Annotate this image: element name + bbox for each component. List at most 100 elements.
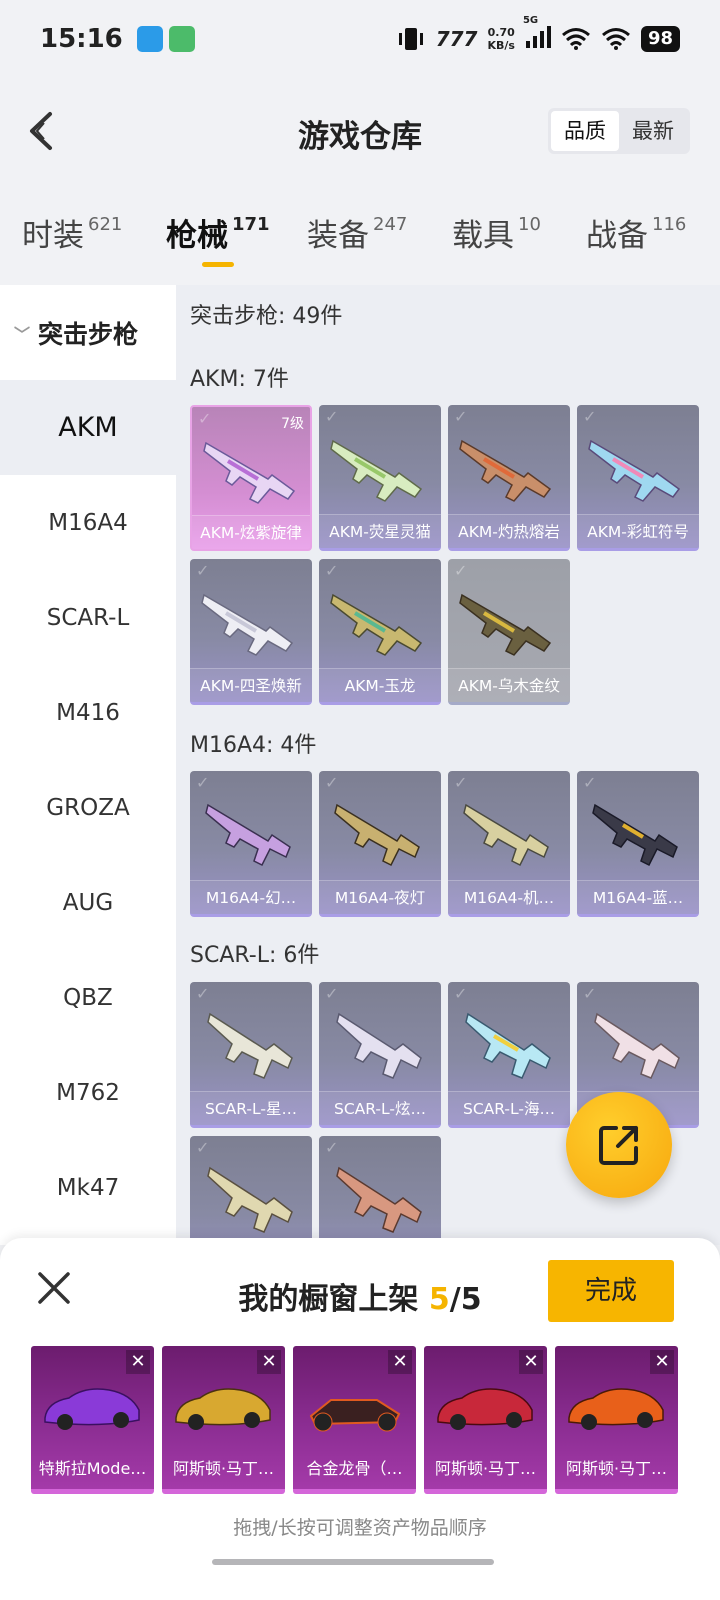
weapon-card[interactable]: ✓ AKM-彩虹符号	[577, 405, 699, 551]
weapon-card[interactable]: ✓ M16A4-夜灯	[319, 771, 441, 917]
sidebar-item-m762[interactable]: M762	[0, 1045, 176, 1140]
sidebar-item-m16a4[interactable]: M16A4	[0, 475, 176, 570]
net-speed: 0.70 KB/s	[487, 26, 514, 52]
section-title-m16a4: M16A4: 4件	[190, 733, 317, 758]
akm-grid: ✓ 7级 AKM-炫紫旋律 ✓ AKM-荧星灵猫 ✓ AKM-灼热熔岩 ✓ AKM-彩虹符…	[190, 405, 699, 705]
sidebar-item-mk47[interactable]: Mk47	[0, 1140, 176, 1235]
done-button[interactable]: 完成	[548, 1260, 674, 1322]
section-title-scar-l: SCAR-L: 6件	[190, 943, 320, 968]
showcase-item[interactable]: ✕ 阿斯顿·马丁…	[424, 1346, 547, 1494]
showcase-item[interactable]: ✕ 特斯拉Mode…	[31, 1346, 154, 1494]
tab-count: 116	[652, 214, 687, 235]
weapon-card[interactable]: ✓ AKM-四圣焕新	[190, 559, 312, 705]
home-indicator[interactable]	[212, 1559, 494, 1565]
showcase-title-text: 我的橱窗上架	[238, 1282, 429, 1317]
tab-equipment[interactable]: 装备 247	[307, 210, 407, 255]
weapon-name: M16A4-夜灯	[319, 880, 441, 914]
tab-count: 621	[88, 214, 123, 235]
weapon-name: SCAR-L-星…	[190, 1091, 312, 1125]
weapon-card[interactable]: ✓ AKM-乌木金纹	[448, 559, 570, 705]
rifle-icon	[334, 803, 420, 867]
rifle-icon	[465, 1012, 551, 1079]
sidebar-item-groza[interactable]: GROZA	[0, 760, 176, 855]
tab-fashion[interactable]: 时装 621	[22, 210, 122, 255]
m16a4-grid: ✓ M16A4-幻… ✓ M16A4-夜灯 ✓ M16A4-机… ✓ M16A4-蓝…	[190, 771, 699, 917]
weapon-type-sidebar: ﹀ 突击步枪 AKM M16A4 SCAR-L M416 GROZA AUG QB…	[0, 285, 176, 1245]
battery-indicator: 98	[640, 26, 680, 52]
tab-supplies[interactable]: 战备 116	[586, 210, 686, 255]
weapon-card[interactable]: ✓	[319, 1136, 441, 1245]
weapon-card[interactable]: ✓ M16A4-机…	[448, 771, 570, 917]
showcase-item-name: 合金龙骨（…	[306, 1459, 403, 1478]
showcase-item-name: 阿斯顿·马丁…	[434, 1459, 537, 1478]
cellular-signal: 5G	[523, 15, 551, 53]
tab-vehicles[interactable]: 载具 10	[452, 210, 541, 255]
weapon-card[interactable]: ✓ AKM-荧星灵猫	[319, 405, 441, 551]
weapon-name: AKM-乌木金纹	[448, 668, 570, 702]
rifle-icon	[336, 1012, 422, 1079]
showcase-item[interactable]: ✕ 阿斯顿·马丁…	[162, 1346, 285, 1494]
weapon-card[interactable]: ✓ M16A4-幻…	[190, 771, 312, 917]
showcase-item[interactable]: ✕ 合金龙骨（…	[293, 1346, 416, 1494]
wifi-icon	[561, 28, 590, 50]
sort-option-newest[interactable]: 最新	[619, 111, 687, 151]
weapon-name: AKM-玉龙	[319, 668, 441, 702]
tab-label: 装备	[307, 218, 369, 254]
weapon-name: M16A4-机…	[448, 880, 570, 914]
vibrate-icon	[398, 28, 423, 50]
tab-count: 171	[232, 214, 270, 235]
section-title-akm: AKM: 7件	[190, 367, 289, 392]
share-button[interactable]	[566, 1092, 672, 1198]
hd-indicator: 777	[435, 27, 478, 51]
sidebar-item-m416[interactable]: M416	[0, 665, 176, 760]
app-root: 15:16 777 0.70 KB/s 5G 98 游戏仓库 品质 最新 时装 …	[0, 0, 720, 1600]
weapon-card[interactable]: ✓ SCAR-L-炫…	[319, 982, 441, 1128]
rifle-icon	[588, 439, 681, 502]
sidebar-item-scar-l[interactable]: SCAR-L	[0, 570, 176, 665]
tab-count: 247	[373, 214, 408, 235]
rifle-icon	[201, 593, 294, 656]
showcase-count-current: 5	[428, 1282, 450, 1317]
rifle-icon	[459, 439, 552, 502]
weapon-card[interactable]: ✓ SCAR-L-星…	[190, 982, 312, 1128]
car-icon	[437, 1388, 533, 1430]
weapon-name: AKM-彩虹符号	[577, 514, 699, 548]
sort-option-quality[interactable]: 品质	[551, 111, 619, 151]
tab-label: 时装	[22, 218, 84, 254]
net-speed-value: 0.70	[487, 26, 515, 39]
weapon-name: AKM-荧星灵猫	[319, 514, 441, 548]
status-bar: 15:16 777 0.70 KB/s 5G 98	[0, 0, 720, 78]
net-speed-unit: KB/s	[487, 39, 515, 52]
weapon-card[interactable]: ✓ M16A4-蓝…	[577, 771, 699, 917]
showcase-item-name: 阿斯顿·马丁…	[565, 1459, 668, 1478]
weapon-card[interactable]: ✓ 7级 AKM-炫紫旋律	[190, 405, 312, 551]
weapon-name: AKM-灼热熔岩	[448, 514, 570, 548]
weapon-card[interactable]: ✓ SCAR-L-海…	[448, 982, 570, 1128]
rifle-icon	[330, 593, 423, 656]
weapon-card[interactable]: ✓ AKM-灼热熔岩	[448, 405, 570, 551]
showcase-item-name: 特斯拉Mode…	[38, 1459, 147, 1478]
rifle-icon	[207, 1166, 293, 1233]
weapon-name: M16A4-蓝…	[577, 880, 699, 914]
rifle-icon	[336, 1166, 422, 1233]
showcase-list: ✕ 特斯拉Mode… ✕ 阿斯顿·马丁… ✕ 合金龙骨（… ✕ 阿斯顿·马丁… …	[31, 1346, 678, 1494]
tab-weapons[interactable]: 枪械 171	[166, 210, 270, 255]
status-time: 15:16	[40, 24, 123, 54]
reorder-hint: 拖拽/长按可调整资产物品顺序	[233, 1517, 487, 1539]
page-title: 游戏仓库	[298, 118, 422, 155]
back-arrow-icon[interactable]	[18, 106, 68, 156]
sidebar-item-qbz[interactable]: QBZ	[0, 950, 176, 1045]
app-notification-icon-2	[168, 26, 195, 52]
weapon-name: AKM-炫紫旋律	[192, 515, 310, 549]
sidebar-item-aug[interactable]: AUG	[0, 855, 176, 950]
weapon-name: SCAR-L-海…	[448, 1091, 570, 1125]
sidebar-group-assault-rifle[interactable]: ﹀ 突击步枪	[0, 285, 176, 380]
weapon-name: SCAR-L-炫…	[319, 1091, 441, 1125]
sidebar-item-akm[interactable]: AKM	[0, 380, 176, 475]
chevron-down-icon: ﹀	[14, 324, 31, 344]
weapon-card[interactable]: ✓ AKM-玉龙	[319, 559, 441, 705]
tab-active-indicator	[202, 262, 234, 267]
weapon-card[interactable]: ✓	[190, 1136, 312, 1245]
rifle-icon	[463, 803, 549, 867]
showcase-item[interactable]: ✕ 阿斯顿·马丁…	[555, 1346, 678, 1494]
